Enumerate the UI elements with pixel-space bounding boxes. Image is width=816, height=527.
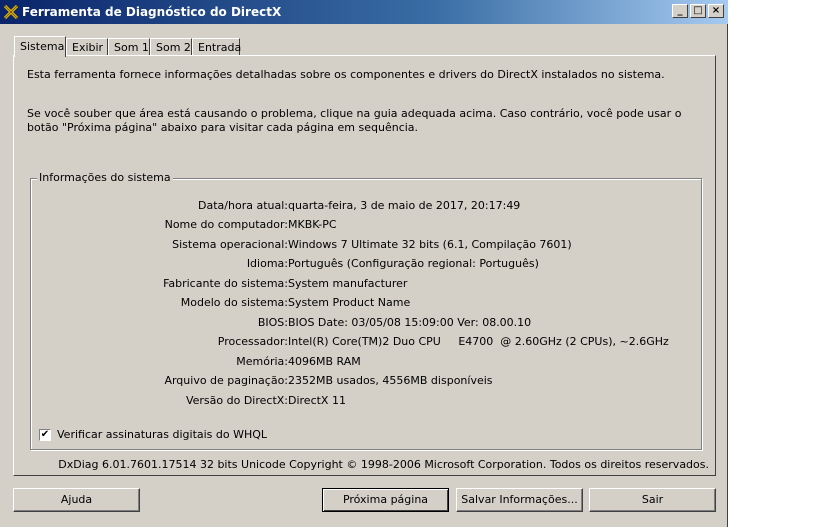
whql-checkbox-label[interactable]: Verificar assinaturas digitais do WHQL <box>57 428 267 441</box>
tab-som-2[interactable]: Som 2 <box>150 38 192 56</box>
info-row-processor: Processador: Intel(R) Core(TM)2 Duo CPU … <box>31 335 691 351</box>
info-value: 2352MB usados, 4556MB disponíveis <box>288 374 493 387</box>
tab-sistema[interactable]: Sistema <box>14 36 66 57</box>
info-value: Português (Configuração regional: Portug… <box>288 257 539 270</box>
info-value: DirectX 11 <box>288 394 346 407</box>
exit-button[interactable]: Sair <box>589 488 716 512</box>
info-label: BIOS: <box>257 316 288 329</box>
tab-entrada[interactable]: Entrada <box>192 38 241 56</box>
info-row-language: Idioma: Português (Configuração regional… <box>31 257 691 273</box>
info-row-model: Modelo do sistema: System Product Name <box>31 296 691 312</box>
sistema-panel: Esta ferramenta fornece informações deta… <box>13 55 716 476</box>
info-row-memory: Memória: 4096MB RAM <box>31 355 691 371</box>
info-row-pagefile: Arquivo de paginação: 2352MB usados, 455… <box>31 374 691 390</box>
close-button[interactable]: × <box>708 4 724 18</box>
help-button[interactable]: Ajuda <box>13 488 140 512</box>
info-value: Intel(R) Core(TM)2 Duo CPU E4700 @ 2.60G… <box>288 335 669 348</box>
info-label: Data/hora atual: <box>198 199 288 212</box>
info-value: 4096MB RAM <box>288 355 361 368</box>
next-page-button[interactable]: Próxima página <box>322 488 449 512</box>
info-label: Nome do computador: <box>164 218 288 231</box>
minimize-button[interactable]: _ <box>672 4 688 18</box>
whql-checkbox[interactable]: ✔ <box>39 429 51 441</box>
info-label: Fabricante do sistema: <box>163 277 288 290</box>
info-row-bios: BIOS: BIOS Date: 03/05/08 15:09:00 Ver: … <box>31 316 691 332</box>
title-bar[interactable]: Ferramenta de Diagnóstico do DirectX _ □… <box>0 0 728 24</box>
intro-text: Esta ferramenta fornece informações deta… <box>27 68 665 81</box>
instructions-text: Se você souber que área está causando o … <box>27 107 682 134</box>
info-value: MKBK-PC <box>288 218 337 231</box>
info-row-computer: Nome do computador: MKBK-PC <box>31 218 691 234</box>
info-label: Arquivo de paginação: <box>164 374 288 387</box>
system-info-group: Informações do sistema Data/hora atual: … <box>30 171 702 450</box>
info-value: BIOS Date: 03/05/08 15:09:00 Ver: 08.00.… <box>288 316 532 329</box>
tab-exibir[interactable]: Exibir <box>66 38 108 56</box>
copyright-text: DxDiag 6.01.7601.17514 32 bits Unicode C… <box>58 458 709 471</box>
directx-x-icon <box>4 5 18 19</box>
info-row-date: Data/hora atual: quarta-feira, 3 de maio… <box>31 199 691 215</box>
info-value: quarta-feira, 3 de maio de 2017, 20:17:4… <box>288 199 521 212</box>
window-title: Ferramenta de Diagnóstico do DirectX <box>22 5 282 19</box>
maximize-button[interactable]: □ <box>690 4 706 18</box>
group-label: Informações do sistema <box>37 171 173 184</box>
dxdiag-window: Ferramenta de Diagnóstico do DirectX _ □… <box>0 0 728 527</box>
info-label: Sistema operacional: <box>172 238 288 251</box>
info-value: Windows 7 Ultimate 32 bits (6.1, Compila… <box>288 238 572 251</box>
window-controls: _ □ × <box>672 4 724 18</box>
info-row-manufacturer: Fabricante do sistema: System manufactur… <box>31 277 691 293</box>
info-value: System Product Name <box>288 296 411 309</box>
info-row-directx: Versão do DirectX: DirectX 11 <box>31 394 691 410</box>
info-row-os: Sistema operacional: Windows 7 Ultimate … <box>31 238 691 254</box>
tab-som-1[interactable]: Som 1 <box>108 38 150 56</box>
info-value: System manufacturer <box>288 277 408 290</box>
info-label: Versão do DirectX: <box>185 394 288 407</box>
info-label: Modelo do sistema: <box>180 296 288 309</box>
info-label: Processador: <box>217 335 288 348</box>
info-label: Memória: <box>236 355 288 368</box>
info-label: Idioma: <box>246 257 288 270</box>
save-info-button[interactable]: Salvar Informações... <box>456 488 583 512</box>
